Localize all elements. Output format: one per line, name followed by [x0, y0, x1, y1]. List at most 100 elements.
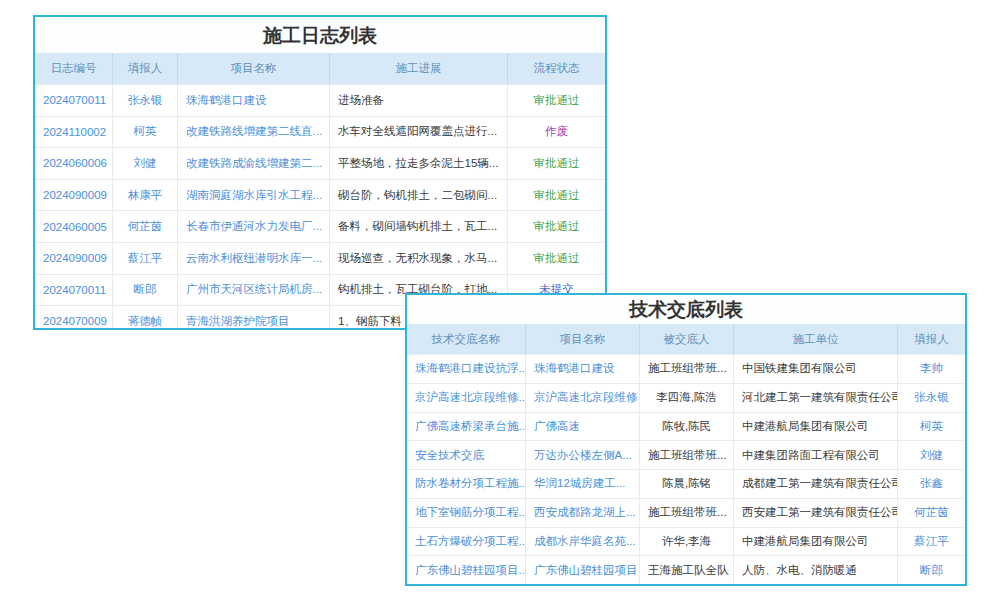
disclosure-name-cell[interactable]: 广佛高速桥梁承台施...	[407, 412, 525, 441]
table-row: 2024060006刘健改建铁路成渝线增建第二...平整场地，拉走多余泥土15辆…	[35, 147, 605, 179]
progress-cell: 现场巡查，无积水现象，水马...	[329, 242, 507, 274]
reporter-cell[interactable]: 林康平	[112, 179, 177, 211]
log-header-row: 日志编号填报人项目名称施工进展流程状态	[35, 53, 605, 84]
status-cell[interactable]: 审批通过	[507, 179, 605, 211]
project-name-cell[interactable]: 珠海鹤港口建设	[525, 354, 639, 383]
table-row: 2024110002柯英改建铁路线增建第二线直...水车对全线遮阳网覆盖点进行.…	[35, 116, 605, 148]
log-id-cell[interactable]: 2024060005	[35, 210, 112, 242]
technical-disclosure-title: 技术交底列表	[407, 295, 965, 324]
column-header: 项目名称	[177, 53, 329, 84]
disclosure-name-cell[interactable]: 珠海鹤港口建设抗浮...	[407, 354, 525, 383]
project-name-cell[interactable]: 华润12城房建工...	[525, 469, 639, 498]
disclosed-person-cell: 施工班组带班...	[639, 440, 733, 469]
project-name-cell[interactable]: 广东佛山碧桂园项目	[525, 555, 639, 584]
technical-disclosure-table: 技术交底名称项目名称被交底人施工单位填报人 珠海鹤港口建设抗浮...珠海鹤港口建…	[407, 324, 965, 584]
project-name-cell[interactable]: 云南水利枢纽潜明水库一...	[177, 242, 329, 274]
disclosure-name-cell[interactable]: 地下室钢筋分项工程...	[407, 498, 525, 527]
reporter-cell[interactable]: 张永银	[112, 84, 177, 116]
log-id-cell[interactable]: 2024090009	[35, 242, 112, 274]
project-name-cell[interactable]: 青海洪湖养护院项目	[177, 305, 329, 330]
table-row: 2024090009蔡江平云南水利枢纽潜明水库一...现场巡查，无积水现象，水马…	[35, 242, 605, 274]
project-name-cell[interactable]: 湖南洞庭湖水库引水工程...	[177, 179, 329, 211]
disclosure-name-cell[interactable]: 广东佛山碧桂园项目...	[407, 555, 525, 584]
column-header: 被交底人	[639, 324, 733, 354]
log-id-cell[interactable]: 2024060006	[35, 147, 112, 179]
status-cell[interactable]: 审批通过	[507, 84, 605, 116]
reporter-cell[interactable]: 张永银	[897, 383, 965, 412]
construction-unit-cell: 人防、水电、消防暖通	[733, 555, 897, 584]
column-header: 项目名称	[525, 324, 639, 354]
log-id-cell[interactable]: 2024070011	[35, 84, 112, 116]
reporter-cell[interactable]: 断郎	[112, 274, 177, 306]
table-row: 2024090009林康平湖南洞庭湖水库引水工程...砌台阶，钩机排土，二包砌间…	[35, 179, 605, 211]
reporter-cell[interactable]: 张鑫	[897, 469, 965, 498]
construction-unit-cell: 中建集团路面工程有限公司	[733, 440, 897, 469]
construction-unit-cell: 中建港航局集团有限公司	[733, 527, 897, 556]
reporter-cell[interactable]: 李帅	[897, 354, 965, 383]
project-name-cell[interactable]: 改建铁路成渝线增建第二...	[177, 147, 329, 179]
construction-log-title: 施工日志列表	[35, 17, 605, 53]
project-name-cell[interactable]: 改建铁路线增建第二线直...	[177, 116, 329, 148]
reporter-cell[interactable]: 蔡江平	[897, 527, 965, 556]
table-row: 安全技术交底万达办公楼左侧A...施工班组带班...中建集团路面工程有限公司刘健	[407, 440, 965, 469]
disclosed-person-cell: 李四海,陈浩	[639, 383, 733, 412]
project-name-cell[interactable]: 长春市伊通河水力发电厂...	[177, 210, 329, 242]
status-cell[interactable]: 审批通过	[507, 147, 605, 179]
log-id-cell[interactable]: 2024070011	[35, 274, 112, 306]
construction-unit-cell: 成都建工第一建筑有限责任公司	[733, 469, 897, 498]
construction-unit-cell: 河北建工第一建筑有限责任公司	[733, 383, 897, 412]
progress-cell: 进场准备	[329, 84, 507, 116]
table-row: 防水卷材分项工程施...华润12城房建工...陈晨,陈铭成都建工第一建筑有限责任…	[407, 469, 965, 498]
log-id-cell[interactable]: 2024090009	[35, 179, 112, 211]
project-name-cell[interactable]: 成都水岸华庭名苑...	[525, 527, 639, 556]
disclosure-name-cell[interactable]: 防水卷材分项工程施...	[407, 469, 525, 498]
construction-log-table: 日志编号填报人项目名称施工进展流程状态 2024070011张永银珠海鹤港口建设…	[35, 53, 605, 330]
reporter-cell[interactable]: 断郎	[897, 555, 965, 584]
status-cell[interactable]: 作废	[507, 116, 605, 148]
progress-cell: 备料，砌间墙钩机排土，瓦工...	[329, 210, 507, 242]
reporter-cell[interactable]: 柯英	[897, 412, 965, 441]
column-header: 施工单位	[733, 324, 897, 354]
progress-cell: 平整场地，拉走多余泥土15辆...	[329, 147, 507, 179]
reporter-cell[interactable]: 柯英	[112, 116, 177, 148]
disclosure-name-cell[interactable]: 京沪高速北京段维修...	[407, 383, 525, 412]
log-id-cell[interactable]: 2024070009	[35, 305, 112, 330]
table-row: 广东佛山碧桂园项目...广东佛山碧桂园项目王海施工队全队人防、水电、消防暖通断郎	[407, 555, 965, 584]
technical-disclosure-panel: 技术交底列表 技术交底名称项目名称被交底人施工单位填报人 珠海鹤港口建设抗浮..…	[405, 293, 967, 586]
disclosed-person-cell: 施工班组带班...	[639, 498, 733, 527]
disclosed-person-cell: 陈晨,陈铭	[639, 469, 733, 498]
disclosed-person-cell: 王海施工队全队	[639, 555, 733, 584]
disclosure-name-cell[interactable]: 安全技术交底	[407, 440, 525, 469]
reporter-cell[interactable]: 蒋德帧	[112, 305, 177, 330]
column-header: 填报人	[112, 53, 177, 84]
progress-cell: 砌台阶，钩机排土，二包砌间...	[329, 179, 507, 211]
column-header: 日志编号	[35, 53, 112, 84]
column-header: 技术交底名称	[407, 324, 525, 354]
table-row: 京沪高速北京段维修...京沪高速北京段维修李四海,陈浩河北建工第一建筑有限责任公…	[407, 383, 965, 412]
table-row: 2024070011张永银珠海鹤港口建设进场准备审批通过	[35, 84, 605, 116]
column-header: 施工进展	[329, 53, 507, 84]
progress-cell: 水车对全线遮阳网覆盖点进行...	[329, 116, 507, 148]
reporter-cell[interactable]: 刘健	[112, 147, 177, 179]
table-row: 2024060005何芷茵长春市伊通河水力发电厂...备料，砌间墙钩机排土，瓦工…	[35, 210, 605, 242]
project-name-cell[interactable]: 西安成都路龙湖上...	[525, 498, 639, 527]
project-name-cell[interactable]: 广州市天河区统计局机房...	[177, 274, 329, 306]
project-name-cell[interactable]: 珠海鹤港口建设	[177, 84, 329, 116]
project-name-cell[interactable]: 万达办公楼左侧A...	[525, 440, 639, 469]
disclosed-person-cell: 许华,李海	[639, 527, 733, 556]
construction-unit-cell: 西安建工第一建筑有限责任公司	[733, 498, 897, 527]
project-name-cell[interactable]: 京沪高速北京段维修	[525, 383, 639, 412]
reporter-cell[interactable]: 蔡江平	[112, 242, 177, 274]
log-id-cell[interactable]: 2024110002	[35, 116, 112, 148]
column-header: 填报人	[897, 324, 965, 354]
reporter-cell[interactable]: 何芷茵	[112, 210, 177, 242]
construction-unit-cell: 中国铁建集团有限公司	[733, 354, 897, 383]
disclosed-person-cell: 陈牧,陈民	[639, 412, 733, 441]
project-name-cell[interactable]: 广佛高速	[525, 412, 639, 441]
status-cell[interactable]: 审批通过	[507, 242, 605, 274]
status-cell[interactable]: 审批通过	[507, 210, 605, 242]
reporter-cell[interactable]: 何芷茵	[897, 498, 965, 527]
disclosure-name-cell[interactable]: 土石方爆破分项工程...	[407, 527, 525, 556]
reporter-cell[interactable]: 刘健	[897, 440, 965, 469]
column-header: 流程状态	[507, 53, 605, 84]
